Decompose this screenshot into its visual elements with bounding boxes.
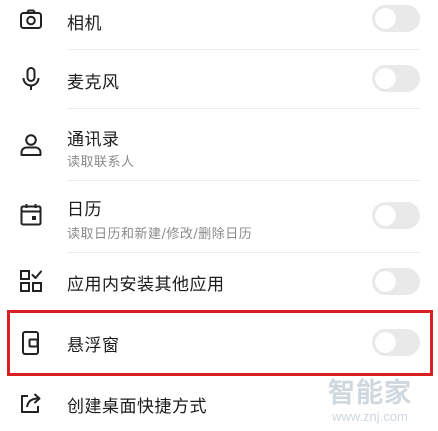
permission-title: 相机 (67, 14, 102, 34)
permission-subtitle: 读取联系人 (67, 155, 135, 170)
install-apps-toggle[interactable] (372, 268, 420, 295)
permission-title: 应用内安装其他应用 (67, 275, 225, 295)
toggle-knob (375, 271, 396, 292)
permission-row-calendar[interactable]: 日历 读取日历和新建/修改/删除日历 (0, 181, 438, 251)
permission-title: 通讯录 (67, 130, 120, 150)
watermark-url: www.znj.com (332, 409, 408, 424)
permission-subtitle: 读取日历和新建/修改/删除日历 (67, 227, 253, 242)
permission-row-contacts[interactable]: 通讯录 读取联系人 (0, 109, 438, 179)
apps-grid-icon (17, 267, 45, 295)
toggle-knob (375, 68, 396, 89)
permission-row-camera[interactable]: 相机 (0, 0, 438, 44)
permission-row-install-apps[interactable]: 应用内安装其他应用 (0, 253, 438, 309)
calendar-icon (17, 201, 45, 229)
permission-list: 相机 麦克风 通讯录 读取联系人 日历 读取日历和新建/修改/删除日历 应用内安… (0, 0, 438, 431)
permission-row-microphone[interactable]: 麦克风 (0, 50, 438, 108)
permission-title: 麦克风 (67, 73, 120, 93)
toggle-knob (375, 8, 396, 29)
microphone-toggle[interactable] (372, 65, 420, 92)
microphone-icon (17, 65, 45, 93)
permission-title: 日历 (67, 200, 102, 220)
person-icon (17, 131, 45, 159)
calendar-toggle[interactable] (372, 202, 420, 229)
camera-toggle[interactable] (372, 5, 420, 32)
share-shortcut-icon (17, 389, 45, 417)
camera-icon (17, 6, 45, 34)
toggle-knob (375, 205, 396, 226)
highlight-box (7, 310, 433, 376)
watermark-text: 智能家 (328, 378, 412, 409)
watermark: 智能家 www.znj.com (326, 371, 436, 429)
permission-title: 创建桌面快捷方式 (67, 397, 207, 417)
